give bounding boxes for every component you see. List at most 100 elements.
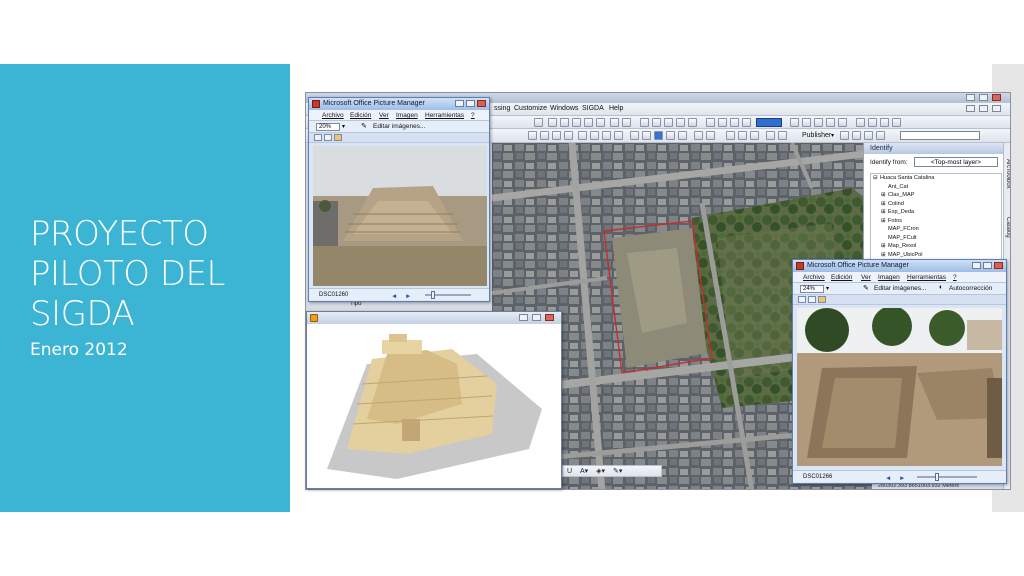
tree-item[interactable]: ⊟ Huaca Santa Catalina bbox=[871, 174, 1001, 183]
single-view-icon[interactable] bbox=[334, 134, 342, 141]
doc-close-button[interactable] bbox=[992, 105, 1001, 112]
toolbar-button[interactable] bbox=[694, 131, 703, 140]
maximize-button[interactable] bbox=[466, 100, 475, 107]
line-color-icon[interactable]: ✎▾ bbox=[613, 468, 622, 475]
menu-archivo[interactable]: Archivo bbox=[803, 274, 825, 281]
maximize-button[interactable] bbox=[979, 94, 988, 101]
menu-imagen[interactable]: Imagen bbox=[396, 112, 418, 119]
identify-tool[interactable] bbox=[654, 131, 663, 140]
toolbar-button[interactable] bbox=[876, 131, 885, 140]
toolbar-button[interactable] bbox=[778, 131, 787, 140]
select-tool[interactable] bbox=[630, 131, 639, 140]
full-extent-tool[interactable] bbox=[564, 131, 573, 140]
menu-sigda[interactable]: SIGDA bbox=[582, 105, 604, 112]
previous-icon[interactable]: ◄ bbox=[391, 291, 397, 301]
tree-item[interactable]: ⊞ MAP_UbicPol bbox=[871, 251, 1001, 260]
toolbar-button[interactable] bbox=[730, 118, 739, 127]
filmstrip-view-icon[interactable] bbox=[808, 296, 816, 303]
expander-icon[interactable]: ⊞ bbox=[881, 191, 888, 200]
tab-catalog[interactable]: Catalog bbox=[1005, 217, 1010, 238]
tree-item[interactable]: ⊞ Colind bbox=[871, 200, 1001, 209]
toolbar-button[interactable] bbox=[892, 118, 901, 127]
tab-arctoolbox[interactable]: ArcToolbox bbox=[1005, 159, 1010, 189]
toolbar-button[interactable] bbox=[826, 118, 835, 127]
close-button[interactable] bbox=[994, 262, 1003, 269]
menu-help[interactable]: ? bbox=[471, 112, 475, 119]
publisher-menu[interactable]: Publisher bbox=[802, 132, 831, 139]
expander-icon[interactable]: ⊞ bbox=[881, 251, 888, 260]
underline-icon[interactable]: U bbox=[567, 468, 572, 475]
menu-herramientas[interactable]: Herramientas bbox=[425, 112, 464, 119]
previous-icon[interactable]: ◄ bbox=[885, 473, 891, 483]
toolbar-button[interactable] bbox=[572, 118, 581, 127]
menu-imagen[interactable]: Imagen bbox=[878, 274, 900, 281]
tree-item[interactable]: ⊞ Clas_MAP bbox=[871, 191, 1001, 200]
identify-from-select[interactable]: <Top-most layer> bbox=[914, 157, 998, 167]
menu-help[interactable]: Help bbox=[609, 105, 623, 112]
toolbar-button[interactable] bbox=[742, 118, 751, 127]
toolbar-button[interactable] bbox=[642, 131, 651, 140]
toolbar-button[interactable] bbox=[652, 118, 661, 127]
tree-item[interactable]: MAP_FCult bbox=[871, 234, 1001, 243]
minimize-button[interactable] bbox=[519, 314, 528, 321]
minimize-button[interactable] bbox=[966, 94, 975, 101]
close-button[interactable] bbox=[992, 94, 1001, 101]
tree-item[interactable]: ⊞ Map_Resol bbox=[871, 242, 1001, 251]
fill-color-icon[interactable]: ◈▾ bbox=[596, 468, 605, 475]
toolbar-button[interactable] bbox=[802, 118, 811, 127]
menu-windows[interactable]: Windows bbox=[550, 105, 578, 112]
toolbar-button[interactable] bbox=[602, 131, 611, 140]
toolbar-button[interactable] bbox=[718, 118, 727, 127]
expander-icon[interactable]: ⊞ bbox=[881, 208, 888, 217]
toolbar-button[interactable] bbox=[706, 131, 715, 140]
toolbar-button[interactable] bbox=[856, 118, 865, 127]
autocorrect-icon[interactable]: ◐ bbox=[939, 284, 943, 291]
toolbar-button[interactable] bbox=[838, 118, 847, 127]
toolbar-button[interactable] bbox=[766, 131, 775, 140]
close-button[interactable] bbox=[545, 314, 554, 321]
edit-images-button[interactable]: Editar imágenes... bbox=[874, 285, 926, 292]
toolbar-button[interactable] bbox=[590, 131, 599, 140]
menu-geoprocessing[interactable]: ssing bbox=[494, 105, 510, 112]
toolbar-button[interactable] bbox=[790, 118, 799, 127]
menu-edicion[interactable]: Edición bbox=[831, 274, 852, 281]
edit-icon[interactable]: ✎ bbox=[361, 122, 367, 130]
layer-tree[interactable]: ⊟ Huaca Santa Catalina Ant_Cat ⊞ Clas_MAP ⊞ Co… bbox=[870, 173, 1002, 263]
tree-item[interactable]: ⊞ Fotos bbox=[871, 217, 1001, 226]
edit-images-button[interactable]: Editar imágenes... bbox=[373, 123, 425, 130]
doc-minimize-button[interactable] bbox=[966, 105, 975, 112]
maximize-button[interactable] bbox=[983, 262, 992, 269]
toolbar-button[interactable] bbox=[814, 118, 823, 127]
toolbar-button[interactable] bbox=[664, 118, 673, 127]
toolbar-button[interactable] bbox=[852, 131, 861, 140]
filmstrip-view-icon[interactable] bbox=[324, 134, 332, 141]
pan-tool[interactable] bbox=[552, 131, 561, 140]
toolbar-button[interactable] bbox=[750, 131, 759, 140]
maximize-button[interactable] bbox=[532, 314, 541, 321]
menu-ver[interactable]: Ver bbox=[379, 112, 389, 119]
toolbar-button[interactable] bbox=[578, 131, 587, 140]
toolbar-button[interactable] bbox=[610, 118, 619, 127]
tree-item[interactable]: Ant_Cat bbox=[871, 183, 1001, 192]
3d-model-view[interactable] bbox=[307, 324, 561, 488]
close-button[interactable] bbox=[477, 100, 486, 107]
menu-herramientas[interactable]: Herramientas bbox=[907, 274, 946, 281]
zoom-slider-track[interactable] bbox=[917, 476, 977, 478]
zoom-slider-handle[interactable] bbox=[431, 291, 435, 299]
expander-icon[interactable]: ⊞ bbox=[881, 200, 888, 209]
toolbar-button[interactable] bbox=[676, 118, 685, 127]
edit-icon[interactable]: ✎ bbox=[863, 284, 869, 292]
layer-dropdown[interactable] bbox=[900, 131, 980, 140]
toolbar-button[interactable] bbox=[864, 131, 873, 140]
expander-icon[interactable]: ⊞ bbox=[881, 242, 888, 251]
menu-help[interactable]: ? bbox=[953, 274, 957, 281]
expander-icon[interactable]: ⊞ bbox=[881, 217, 888, 226]
single-view-icon[interactable] bbox=[818, 296, 826, 303]
toolbar-button[interactable] bbox=[614, 131, 623, 140]
toolbar-button[interactable] bbox=[640, 118, 649, 127]
toolbar-button[interactable] bbox=[840, 131, 849, 140]
zoom-slider-handle[interactable] bbox=[935, 473, 939, 481]
expander-icon[interactable]: ⊟ bbox=[873, 174, 880, 183]
next-icon[interactable]: ► bbox=[899, 473, 905, 483]
menu-archivo[interactable]: Archivo bbox=[322, 112, 344, 119]
